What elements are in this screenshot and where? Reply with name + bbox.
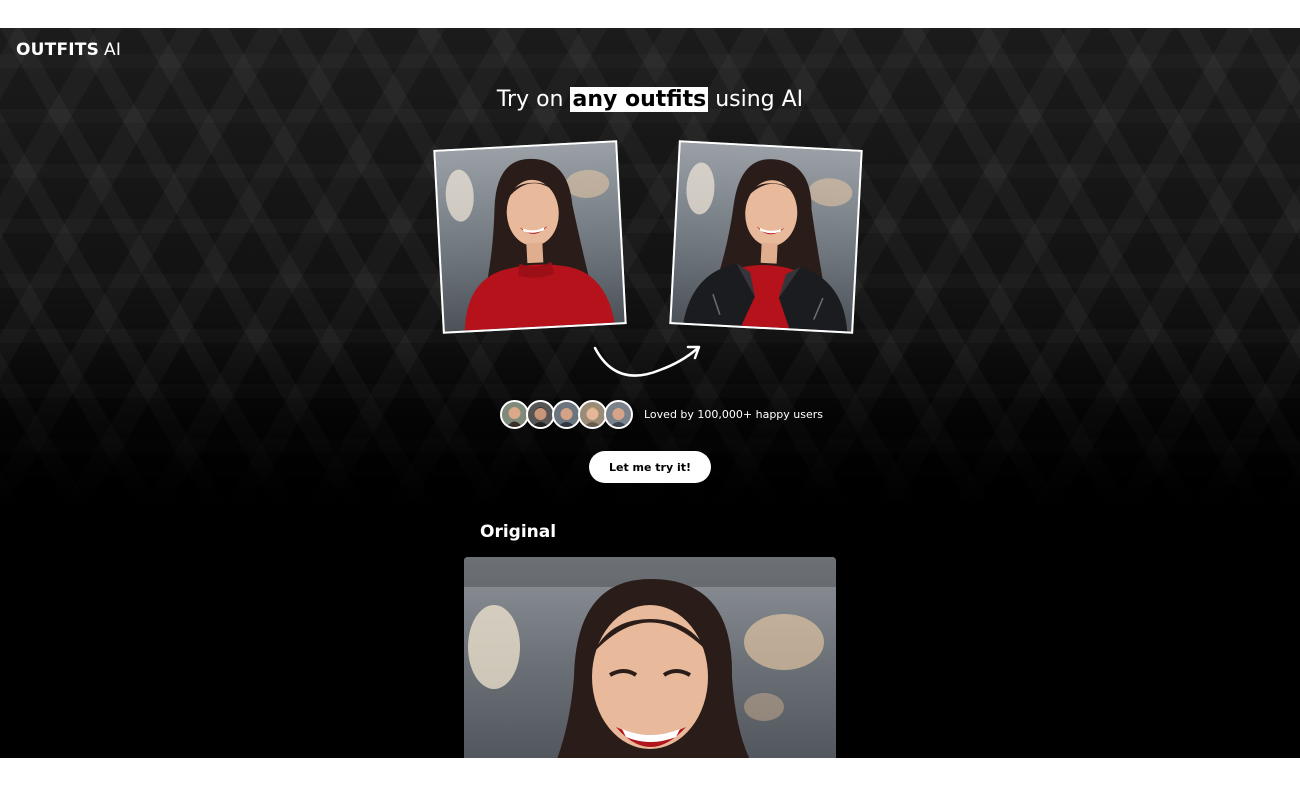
after-photo	[669, 140, 863, 334]
avatar	[552, 399, 581, 429]
avatar	[578, 399, 607, 429]
social-proof-text: Loved by 100,000+ happy users	[644, 407, 824, 421]
avatar	[500, 399, 529, 429]
avatar	[526, 399, 555, 429]
social-proof: Loved by 100,000+ happy users	[500, 398, 823, 430]
try-it-button[interactable]: Let me try it!	[589, 451, 711, 483]
curved-arrow-icon	[593, 345, 701, 377]
headline-pre: Try on	[496, 87, 564, 112]
hero-headline: Try on any outfits using AI	[0, 87, 1300, 112]
before-photo-image	[435, 142, 625, 332]
original-photo-image	[464, 557, 836, 758]
original-photo	[464, 557, 836, 758]
original-section-title: Original	[480, 522, 557, 542]
brand-logo[interactable]: OUTFITS AI	[16, 40, 121, 60]
headline-highlight: any outfits	[570, 87, 709, 112]
page-viewport: OUTFITS AI Try on any outfits using AI L…	[0, 28, 1300, 758]
user-avatars	[500, 399, 633, 429]
brand-name-light: AI	[104, 40, 122, 60]
before-photo	[433, 140, 627, 334]
brand-name-bold: OUTFITS	[16, 40, 100, 60]
headline-post: using AI	[715, 87, 804, 112]
after-photo-image	[671, 142, 861, 332]
avatar	[604, 399, 633, 429]
